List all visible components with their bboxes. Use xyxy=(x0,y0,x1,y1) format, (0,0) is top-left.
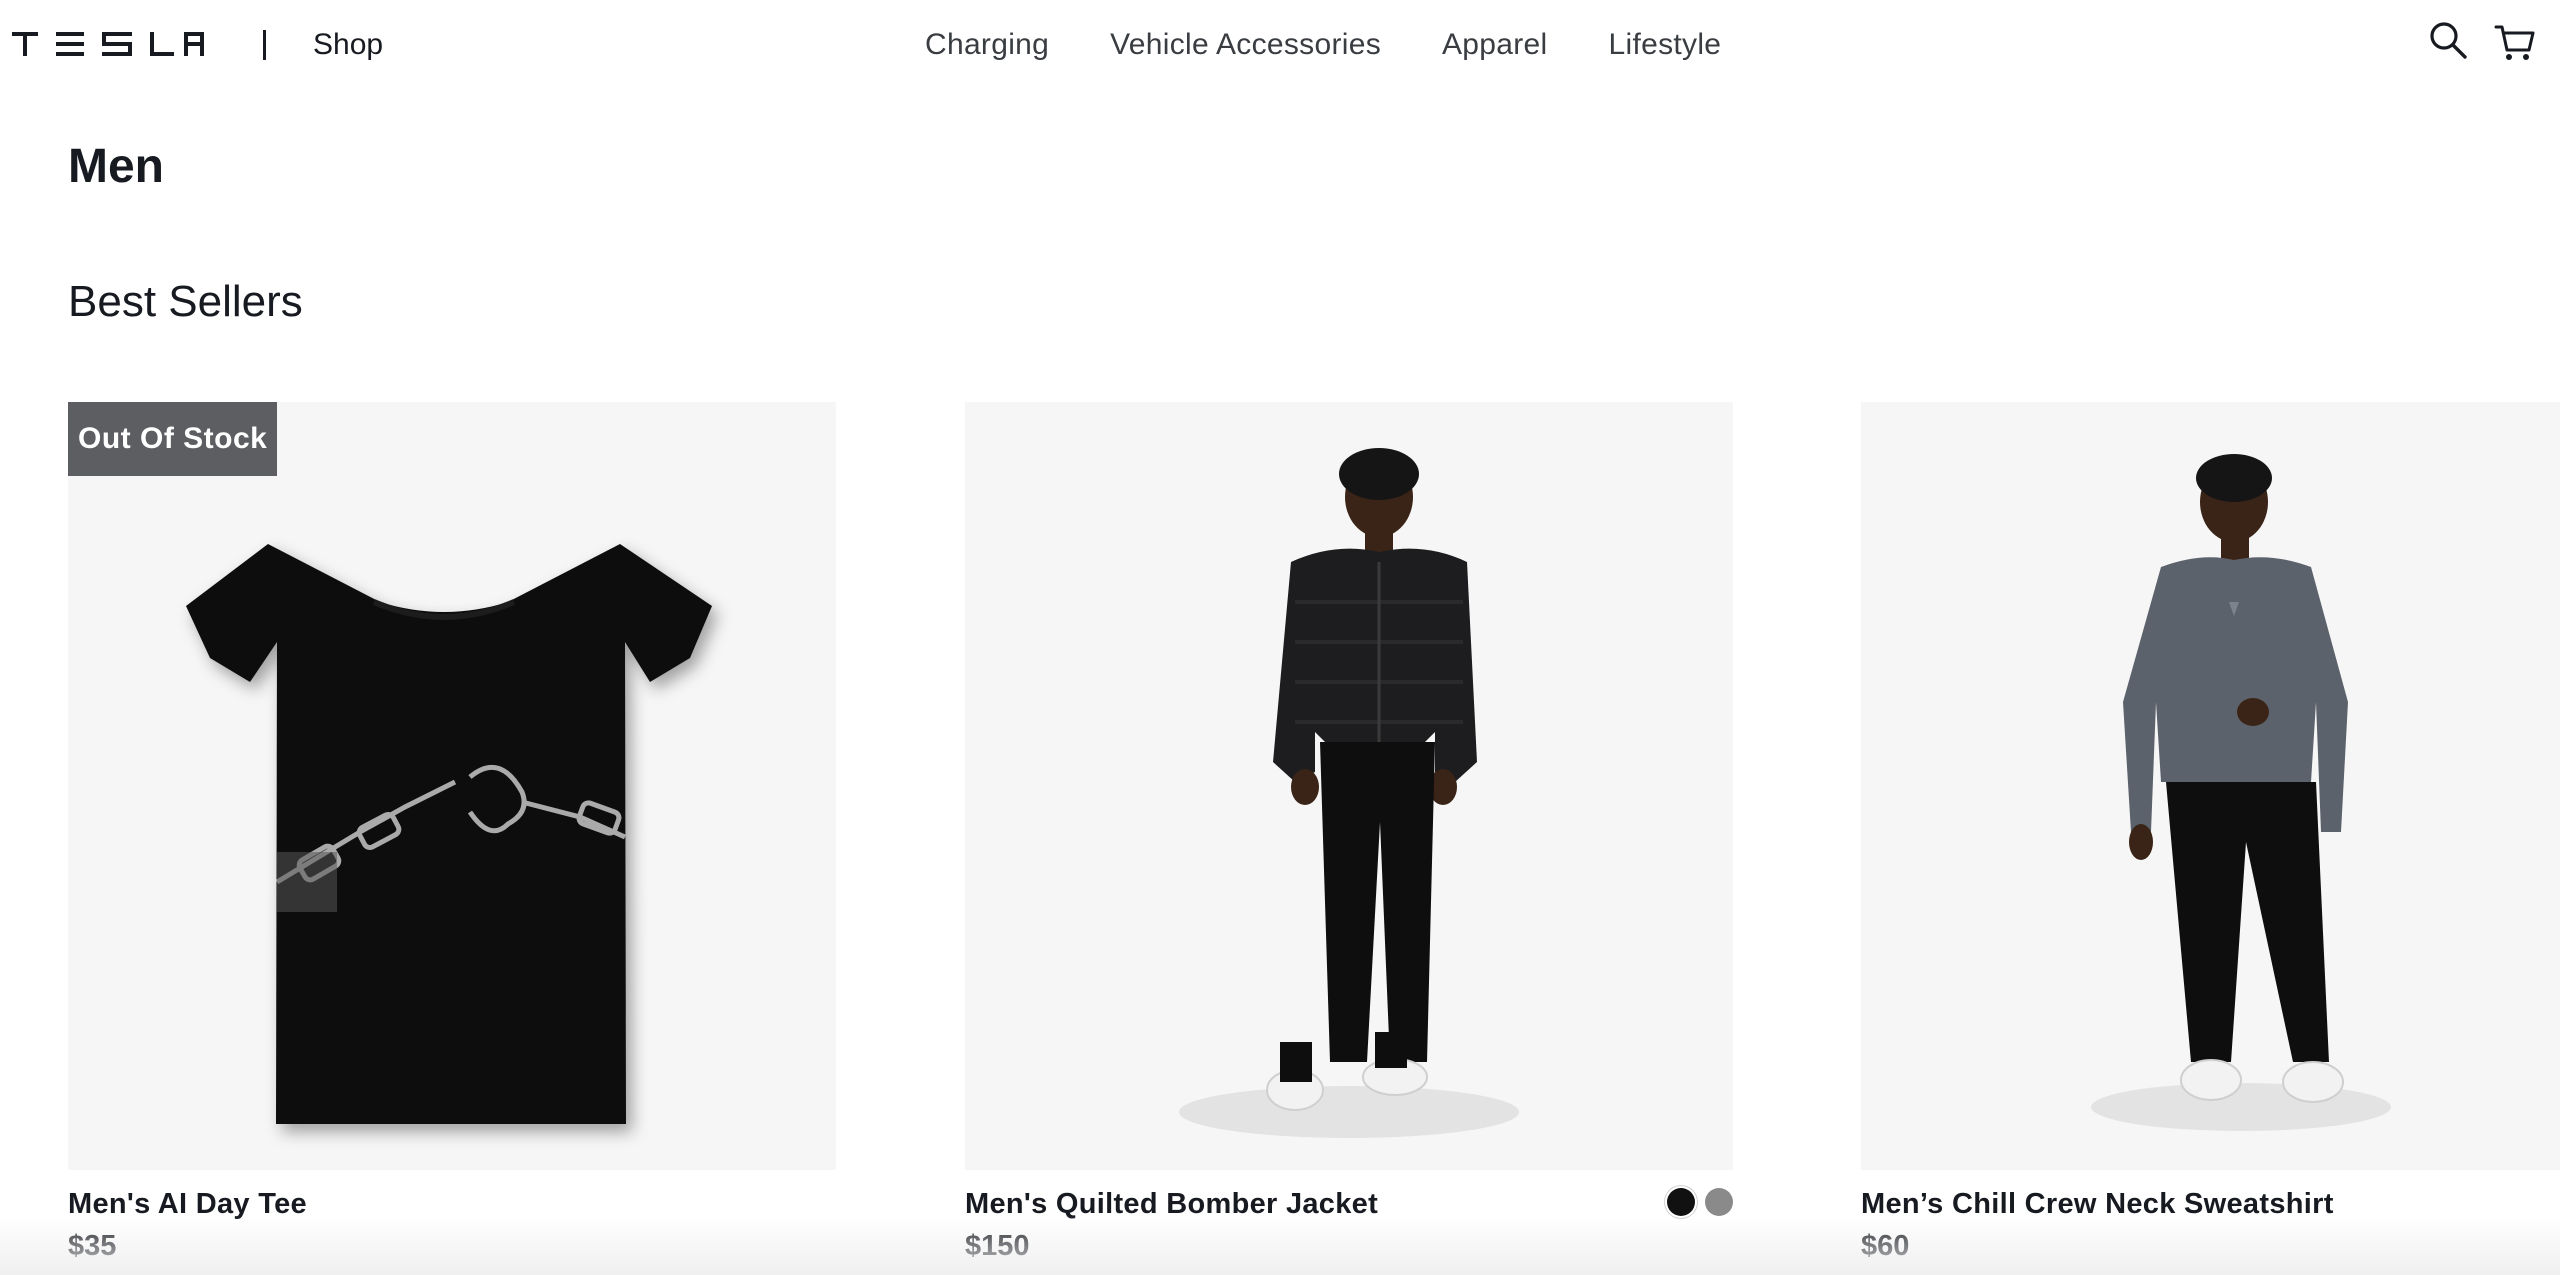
nav-vehicle-accessories[interactable]: Vehicle Accessories xyxy=(1110,26,1381,64)
product-name[interactable]: Men's AI Day Tee xyxy=(68,1186,836,1222)
tesla-wordmark-icon xyxy=(12,32,204,56)
swatch-black[interactable] xyxy=(1667,1188,1695,1216)
product-image[interactable] xyxy=(965,402,1733,1170)
product-image[interactable] xyxy=(1861,402,2560,1170)
shop-link[interactable]: Shop xyxy=(313,26,383,64)
color-swatches xyxy=(1667,1188,1733,1216)
search-icon[interactable] xyxy=(2428,20,2468,60)
site-header: Shop Charging Vehicle Accessories Appare… xyxy=(0,0,2560,92)
bomber-jacket-model-image xyxy=(1179,448,1519,1138)
product-name[interactable]: Men's Quilted Bomber Jacket xyxy=(965,1186,1733,1222)
main-nav: Charging Vehicle Accessories Apparel Lif… xyxy=(925,26,1721,64)
nav-apparel[interactable]: Apparel xyxy=(1442,26,1548,64)
product-name[interactable]: Men’s Chill Crew Neck Sweatshirt xyxy=(1861,1186,2560,1222)
product-price: $35 xyxy=(68,1230,117,1262)
out-of-stock-badge: Out Of Stock xyxy=(68,402,278,476)
product-image[interactable]: Out Of Stock xyxy=(68,402,836,1170)
section-title: Best Sellers xyxy=(68,277,303,326)
product-price: $150 xyxy=(965,1230,1030,1262)
nav-charging[interactable]: Charging xyxy=(925,26,1049,64)
cart-icon[interactable] xyxy=(2494,22,2536,64)
product-card[interactable]: Out Of Stock Men's AI Day Tee $35 xyxy=(68,402,836,1264)
crew-neck-sweatshirt-model-image xyxy=(2091,454,2391,1131)
product-price: $60 xyxy=(1861,1230,1910,1262)
swatch-grey[interactable] xyxy=(1705,1188,1733,1216)
product-card[interactable]: Men's Quilted Bomber Jacket $150 xyxy=(965,402,1733,1264)
black-tshirt-image xyxy=(186,544,712,1124)
nav-lifestyle[interactable]: Lifestyle xyxy=(1609,26,1722,64)
page-title: Men xyxy=(68,140,164,193)
header-divider xyxy=(263,30,266,60)
tesla-logo[interactable] xyxy=(12,32,204,58)
product-card[interactable]: Men’s Chill Crew Neck Sweatshirt $60 xyxy=(1861,402,2560,1264)
